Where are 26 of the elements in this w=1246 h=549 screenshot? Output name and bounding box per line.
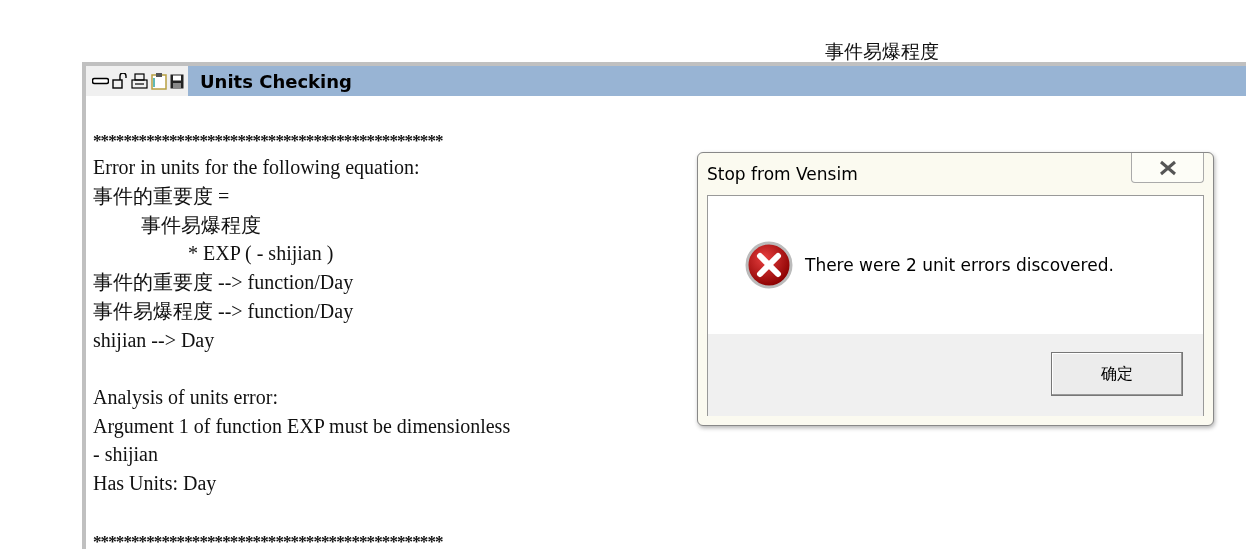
output-text: 事件易爆程度 --> function/Day (93, 299, 354, 322)
save-icon[interactable] (170, 73, 184, 89)
output-text: - shijian (93, 443, 158, 466)
ok-button[interactable]: 确定 (1051, 352, 1183, 396)
lock-icon[interactable] (112, 73, 128, 89)
output-text: 事件的重要度 --> function/Day (93, 271, 354, 294)
minimize-icon[interactable] (92, 77, 109, 85)
clipboard-icon[interactable] (151, 72, 167, 90)
output-text: Has Units: Day (93, 471, 217, 494)
output-text: Argument 1 of function EXP must be dimensionless (93, 414, 511, 437)
error-icon (745, 241, 793, 289)
close-button[interactable] (1131, 153, 1204, 183)
output-text: Error in units for the following equation: (93, 156, 420, 179)
output-text: 事件的重要度 = (93, 185, 230, 208)
window-title: Units Checking (188, 66, 1246, 96)
output-text: * EXP ( - shijian ) (188, 242, 334, 265)
printer-icon[interactable] (131, 73, 148, 89)
output-text: shijian --> Day (93, 328, 215, 351)
error-message: There were 2 unit errors discovered. (805, 255, 1114, 275)
variable-label: 事件易爆程度 (825, 40, 939, 62)
output-text: 事件易爆程度 (141, 213, 261, 236)
dialog-title: Stop from Vensim (707, 164, 858, 184)
separator-line: ********************************************** (93, 130, 443, 150)
separator-line: ********************************************** (93, 532, 443, 549)
close-icon (1158, 159, 1177, 176)
output-text: Analysis of units error: (93, 385, 278, 408)
